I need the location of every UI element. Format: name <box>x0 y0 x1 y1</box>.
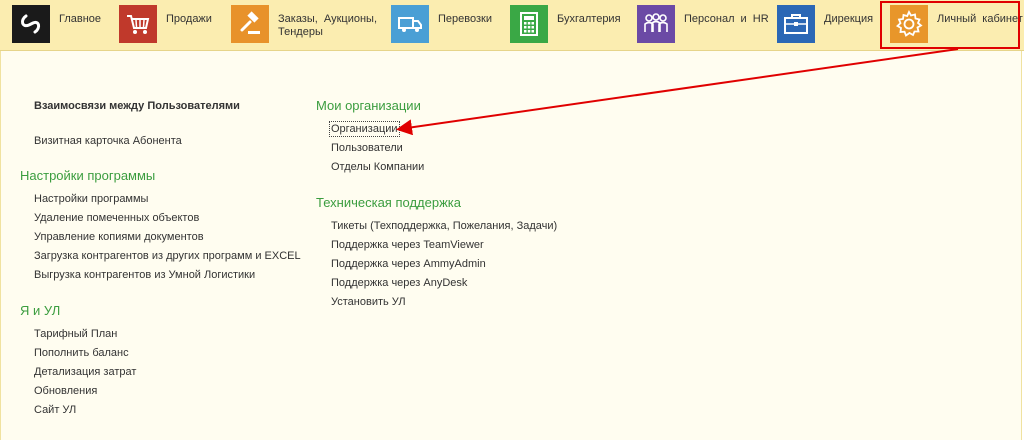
nav-label: Главное <box>59 13 102 25</box>
gavel-icon <box>231 5 269 43</box>
section-title-my-orgs: Мои организации <box>316 98 421 113</box>
nav-label: Продажи <box>166 13 212 25</box>
nav-item-home[interactable]: Главное <box>12 5 101 45</box>
nav-label: Заказы, Аукционы, Тендеры <box>278 13 377 38</box>
link-ammyadmin[interactable]: Поддержка через AmmyAdmin <box>331 258 486 270</box>
link-topup[interactable]: Пополнить баланс <box>34 347 129 359</box>
top-nav-bar: Главное Продажи Заказы, Аукционы, Тендер… <box>0 0 1024 51</box>
section-title-ya-ul: Я и УЛ <box>20 303 61 318</box>
link-tariff[interactable]: Тарифный План <box>34 328 117 340</box>
link-export-contractors[interactable]: Выгрузка контрагентов из Умной Логистики <box>34 269 255 281</box>
nav-label: Дирекция <box>824 13 874 25</box>
cart-icon <box>119 5 157 43</box>
link-delete-marked[interactable]: Удаление помеченных объектов <box>34 212 199 224</box>
logo-icon <box>12 5 50 43</box>
nav-label: Перевозки <box>438 13 492 25</box>
calculator-icon <box>510 5 548 43</box>
link-departments[interactable]: Отделы Компании <box>331 161 424 173</box>
nav-item-hr[interactable]: Персонал и HR <box>637 5 769 45</box>
nav-item-management[interactable]: Дирекция <box>777 5 873 45</box>
people-icon <box>637 5 675 43</box>
nav-item-sales[interactable]: Продажи <box>119 5 212 45</box>
link-doc-copies[interactable]: Управление копиями документов <box>34 231 204 243</box>
nav-label: Личный кабинет <box>937 13 1023 25</box>
truck-icon <box>391 5 429 43</box>
briefcase-icon <box>777 5 815 43</box>
link-user-relations[interactable]: Взаимосвязи между Пользователями <box>34 100 240 112</box>
link-updates[interactable]: Обновления <box>34 385 97 397</box>
nav-item-cabinet[interactable]: Личный кабинет <box>890 5 1023 45</box>
nav-item-accounting[interactable]: Бухгалтерия <box>510 5 621 45</box>
nav-item-orders[interactable]: Заказы, Аукционы, Тендеры <box>231 5 398 45</box>
gear-icon <box>890 5 928 43</box>
link-site-ul[interactable]: Сайт УЛ <box>34 404 76 416</box>
nav-label: Персонал и HR <box>684 13 769 25</box>
nav-label: Бухгалтерия <box>557 13 621 25</box>
link-users[interactable]: Пользователи <box>331 142 403 154</box>
content-panel: Взаимосвязи между Пользователями Визитна… <box>0 51 1022 440</box>
link-settings[interactable]: Настройки программы <box>34 193 148 205</box>
section-title-settings: Настройки программы <box>20 168 156 183</box>
link-anydesk[interactable]: Поддержка через AnyDesk <box>331 277 467 289</box>
link-tickets[interactable]: Тикеты (Техподдержка, Пожелания, Задачи) <box>331 220 557 232</box>
link-import-contractors[interactable]: Загрузка контрагентов из других программ… <box>34 250 301 262</box>
section-title-support: Техническая поддержка <box>316 195 461 210</box>
link-organizations[interactable]: Организации <box>329 121 400 137</box>
link-cost-details[interactable]: Детализация затрат <box>34 366 136 378</box>
nav-item-transport[interactable]: Перевозки <box>391 5 492 45</box>
link-install-ul[interactable]: Установить УЛ <box>331 296 406 308</box>
link-teamviewer[interactable]: Поддержка через TeamViewer <box>331 239 484 251</box>
link-business-card[interactable]: Визитная карточка Абонента <box>34 135 182 147</box>
